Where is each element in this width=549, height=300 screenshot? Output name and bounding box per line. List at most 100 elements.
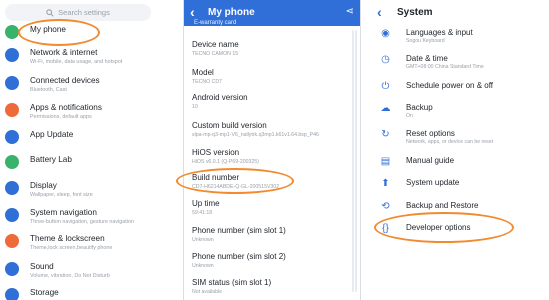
settings-item-title: Display bbox=[30, 181, 57, 190]
devices-icon bbox=[5, 76, 19, 90]
system-header: ‹ System bbox=[370, 0, 549, 26]
settings-item-title: Network & internet bbox=[30, 48, 98, 57]
share-icon[interactable]: ⋖ bbox=[346, 6, 354, 17]
system-item-title: Backup bbox=[406, 103, 433, 112]
system-panel: ‹ System ◉ Languages & input Sogou Keyboar… bbox=[370, 0, 549, 300]
system-item[interactable]: ⏻ Schedule power on & off bbox=[370, 81, 549, 101]
info-label: Model bbox=[192, 68, 214, 77]
settings-item-subtitle: Theme,lock screen,beautify phone bbox=[30, 245, 113, 251]
search-input[interactable]: Search settings bbox=[5, 4, 151, 21]
system-update-icon: ⬆ bbox=[381, 177, 390, 189]
theme-icon bbox=[5, 234, 19, 248]
reset-icon: ↻ bbox=[381, 128, 390, 140]
battery-icon bbox=[5, 155, 19, 169]
info-label: Android version bbox=[192, 93, 248, 102]
settings-item[interactable]: Sound Volume, vibration, Do Not Disturb bbox=[0, 262, 155, 288]
system-item[interactable]: ↻ Reset options Network, apps, or device c… bbox=[370, 129, 549, 149]
backup-icon: ☁ bbox=[380, 102, 391, 114]
info-label: Build number bbox=[192, 173, 240, 182]
phone-info-row[interactable]: Phone number (sim slot 1) Unknown bbox=[192, 226, 357, 243]
settings-item-subtitle: Wallpaper, sleep, font size bbox=[30, 192, 93, 198]
settings-item-title: Storage bbox=[30, 288, 59, 297]
back-arrow-icon[interactable]: ‹ bbox=[190, 4, 195, 20]
system-item[interactable]: ▤ Manual guide bbox=[370, 156, 549, 176]
power-icon: ⏻ bbox=[381, 80, 390, 92]
phone-info-row[interactable]: Build number CD7-H6214ABDE-Q-GL-200515V30… bbox=[192, 173, 357, 190]
settings-item-subtitle: Three-button navigation, gesture navigat… bbox=[30, 219, 134, 225]
system-item-title: Manual guide bbox=[406, 156, 455, 165]
back-arrow-icon[interactable]: ‹ bbox=[377, 4, 382, 20]
search-placeholder: Search settings bbox=[58, 8, 110, 17]
sound-icon bbox=[5, 262, 19, 276]
phone-info-row[interactable]: Device name TECNO CAMON 15 bbox=[192, 40, 357, 57]
developer-icon: {} bbox=[382, 222, 389, 234]
scrollbar[interactable] bbox=[355, 30, 357, 292]
system-item-subtitle: GMT+08:00 China Standard Time bbox=[406, 64, 484, 70]
settings-item-title: Connected devices bbox=[30, 76, 100, 85]
system-item-subtitle: Network, apps, or device can be reset bbox=[406, 139, 494, 145]
system-item-title: Languages & input bbox=[406, 28, 473, 37]
system-item-subtitle: On bbox=[406, 113, 413, 119]
info-value: 10 bbox=[192, 104, 198, 110]
settings-item-title: My phone bbox=[30, 25, 66, 34]
settings-item-subtitle: Wi-Fi, mobile, data usage, and hotspot bbox=[30, 59, 123, 65]
settings-item[interactable]: Storage bbox=[0, 288, 155, 300]
settings-item-title: Battery Lab bbox=[30, 155, 72, 164]
search-icon bbox=[46, 8, 54, 17]
info-value: CD7-H6214ABDE-Q-GL-200515V302 bbox=[192, 184, 280, 190]
update-icon bbox=[5, 130, 19, 144]
display-icon bbox=[5, 181, 19, 195]
clock-icon: ◷ bbox=[381, 53, 390, 65]
phone-info-row[interactable]: Up time 59:41:18 bbox=[192, 199, 357, 216]
system-item[interactable]: ◷ Date & time GMT+08:00 China Standard Tim… bbox=[370, 54, 549, 74]
info-label: Phone number (sim slot 1) bbox=[192, 226, 286, 235]
restore-icon: ⟲ bbox=[381, 200, 390, 212]
system-item-title: Date & time bbox=[406, 54, 448, 63]
phone-info-row[interactable]: Custom build version slpa-mp-q3-mp1-V6_na… bbox=[192, 121, 357, 138]
system-item[interactable]: ⬆ System update bbox=[370, 178, 549, 198]
phone-info-row[interactable]: Model TECNO CD7 bbox=[192, 68, 357, 85]
system-item[interactable]: ◉ Languages & input Sogou Keyboard bbox=[370, 28, 549, 48]
system-item-title: Schedule power on & off bbox=[406, 81, 494, 90]
info-value: TECNO CD7 bbox=[192, 79, 222, 85]
page-title: My phone bbox=[208, 7, 255, 18]
info-value: Not available bbox=[192, 289, 222, 295]
navigation-icon bbox=[5, 208, 19, 222]
storage-icon bbox=[5, 288, 19, 300]
page-title: System bbox=[397, 7, 433, 18]
settings-item[interactable]: System navigation Three-button navigation… bbox=[0, 208, 155, 234]
info-value: Unknown bbox=[192, 263, 214, 269]
wifi-icon bbox=[5, 48, 19, 62]
info-label: Device name bbox=[192, 40, 239, 49]
phone-info-row[interactable]: Phone number (sim slot 2) Unknown bbox=[192, 252, 357, 269]
settings-item[interactable]: Theme & lockscreen Theme,lock screen,beau… bbox=[0, 234, 155, 260]
settings-item[interactable]: App Update bbox=[0, 130, 155, 156]
settings-item[interactable]: Apps & notifications Permissions, default… bbox=[0, 103, 155, 129]
info-label: Custom build version bbox=[192, 121, 267, 130]
e-warranty-peek: E-warranty card bbox=[194, 20, 237, 26]
phone-info-row[interactable]: Android version 10 bbox=[192, 93, 357, 110]
settings-item-title: System navigation bbox=[30, 208, 97, 217]
apps-icon bbox=[5, 103, 19, 117]
info-value: HiOS v6.0.1 (Q-P69-200325) bbox=[192, 159, 259, 165]
settings-item-subtitle: Volume, vibration, Do Not Disturb bbox=[30, 273, 110, 279]
system-item[interactable]: ⟲ Backup and Restore bbox=[370, 201, 549, 221]
system-item[interactable]: ☁ Backup On bbox=[370, 103, 549, 123]
info-value: TECNO CAMON 15 bbox=[192, 51, 239, 57]
settings-item-title: Apps & notifications bbox=[30, 103, 102, 112]
system-item-title: Backup and Restore bbox=[406, 201, 479, 210]
settings-item[interactable]: Connected devices Bluetooth, Cast bbox=[0, 76, 155, 102]
info-label: HiOS version bbox=[192, 148, 240, 157]
system-item-subtitle: Sogou Keyboard bbox=[406, 38, 445, 44]
scrollbar[interactable] bbox=[352, 30, 354, 292]
settings-item[interactable]: Display Wallpaper, sleep, font size bbox=[0, 181, 155, 207]
system-item[interactable]: {} Developer options bbox=[370, 223, 549, 243]
system-item-title: System update bbox=[406, 178, 460, 187]
globe-icon: ◉ bbox=[381, 27, 390, 39]
settings-item-subtitle: Bluetooth, Cast bbox=[30, 87, 67, 93]
phone-info-row[interactable]: SIM status (sim slot 1) Not available bbox=[192, 278, 357, 295]
settings-item[interactable]: Battery Lab bbox=[0, 155, 155, 181]
settings-item[interactable]: Network & internet Wi-Fi, mobile, data us… bbox=[0, 48, 155, 74]
phone-info-row[interactable]: HiOS version HiOS v6.0.1 (Q-P69-200325) bbox=[192, 148, 357, 165]
settings-item-title: App Update bbox=[30, 130, 74, 139]
